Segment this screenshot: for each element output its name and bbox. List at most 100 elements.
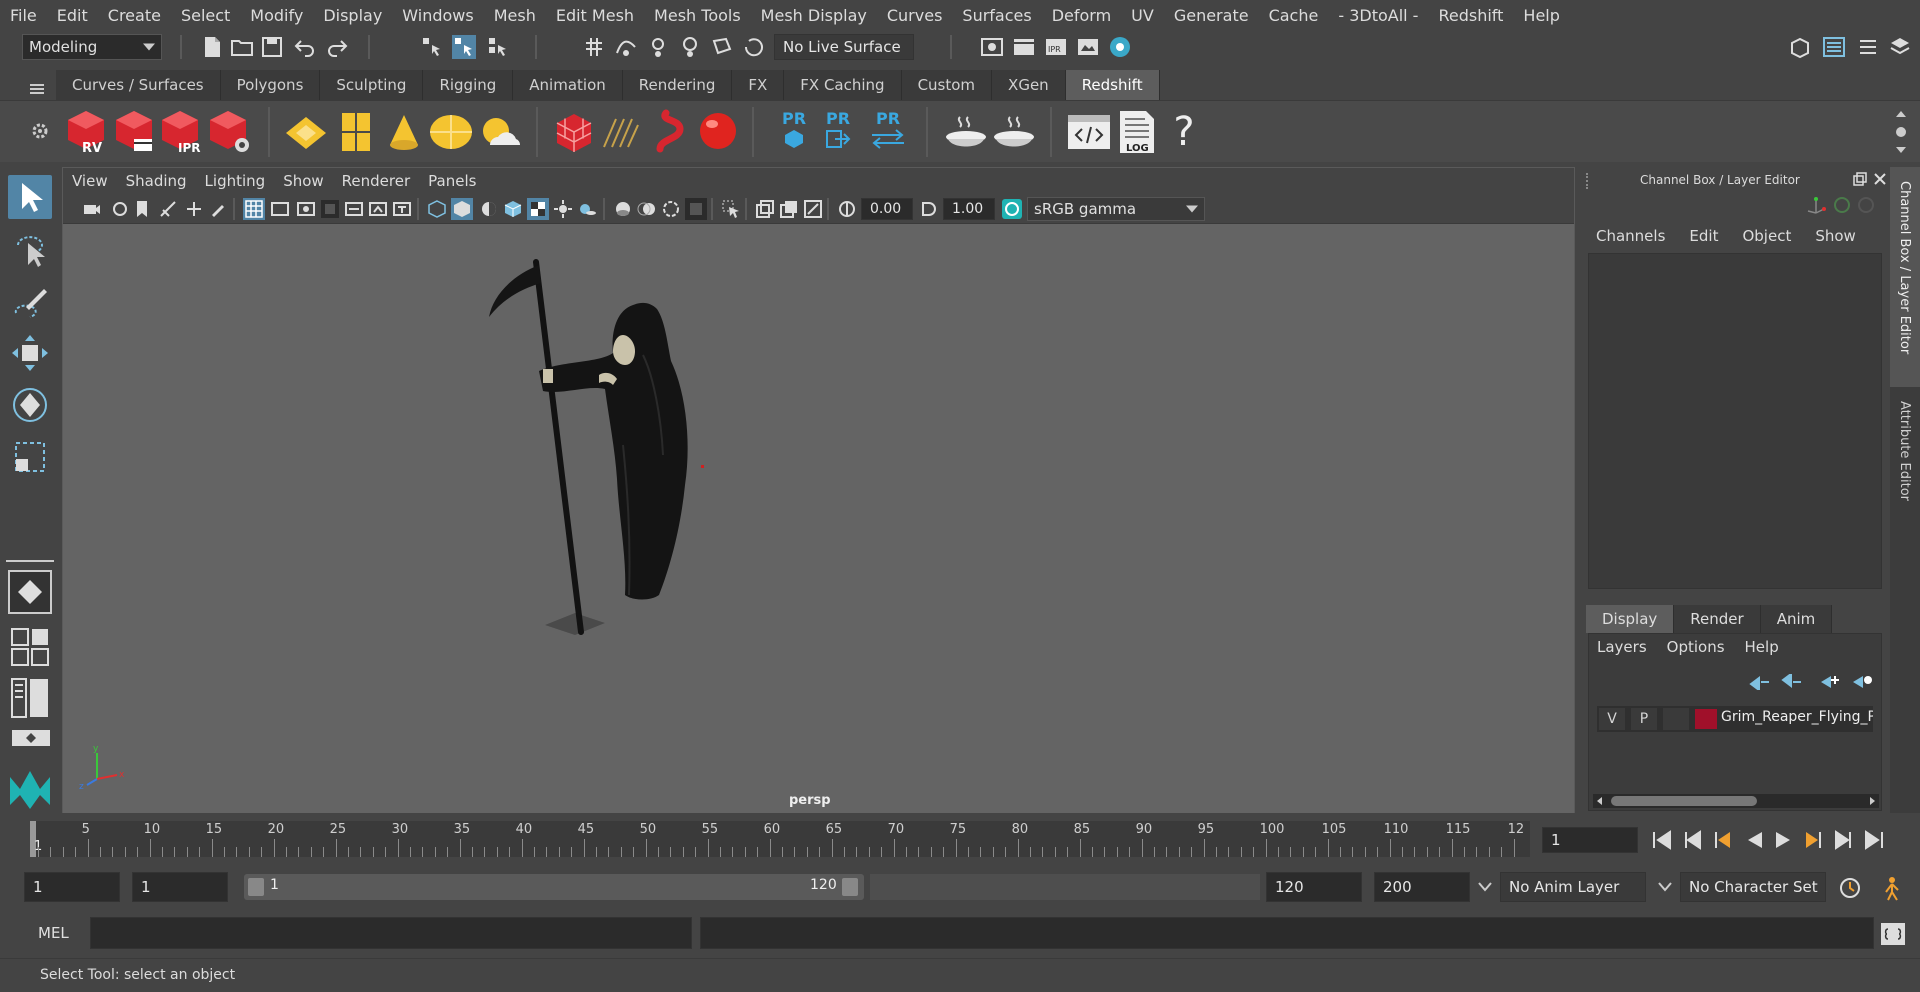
layer-menu-layers[interactable]: Layers — [1597, 638, 1647, 656]
hyperbolic-icon[interactable] — [1856, 195, 1876, 215]
mel-label[interactable]: MEL — [38, 924, 69, 942]
new-layer-selected-icon[interactable] — [1851, 674, 1873, 690]
menu-help[interactable]: Help — [1513, 6, 1569, 25]
film-gate-icon[interactable] — [271, 200, 289, 218]
grid-icon[interactable] — [243, 198, 265, 220]
play-forward-icon[interactable] — [1772, 828, 1796, 852]
xray-components-icon[interactable] — [803, 199, 823, 219]
redshift-render-settings-icon[interactable] — [206, 107, 254, 157]
close-icon[interactable] — [1872, 171, 1888, 187]
workspace-dropdown[interactable]: Modeling — [22, 34, 162, 60]
speed-icon[interactable] — [1832, 195, 1852, 215]
snap-grid-icon[interactable] — [582, 35, 606, 59]
view-transform-dropdown[interactable]: sRGB gamma — [1027, 197, 1205, 221]
use-all-lights-icon[interactable] — [553, 199, 573, 219]
menu-surfaces[interactable]: Surfaces — [952, 6, 1041, 25]
menu-3dtoall[interactable]: - 3DtoAll - — [1328, 6, 1428, 25]
viewport-menu-view[interactable]: View — [63, 172, 117, 190]
viewport-menu-lighting[interactable]: Lighting — [196, 172, 275, 190]
viewport-menu-renderer[interactable]: Renderer — [333, 172, 419, 190]
select-object-icon[interactable] — [452, 35, 476, 59]
ipr-render-icon[interactable]: IPR — [1044, 35, 1068, 59]
menu-cache[interactable]: Cache — [1259, 6, 1329, 25]
shelf-tab-animation[interactable]: Animation — [513, 70, 623, 100]
snap-point-icon[interactable] — [646, 35, 670, 59]
log-file-icon[interactable]: LOG — [1116, 109, 1158, 155]
move-layer-up-icon[interactable] — [1749, 674, 1771, 690]
hair-shader-icon[interactable] — [598, 113, 644, 153]
float-panel-icon[interactable] — [1852, 171, 1868, 187]
new-scene-icon[interactable] — [200, 35, 224, 59]
step-forward-key-icon[interactable] — [1832, 828, 1856, 852]
safe-title-icon[interactable] — [393, 200, 411, 218]
depth-of-field-icon[interactable] — [685, 198, 707, 220]
chevron-down-icon[interactable] — [1478, 882, 1492, 892]
channel-box-toggle-icon[interactable] — [1888, 35, 1912, 59]
shelf-tab-sculpting[interactable]: Sculpting — [320, 70, 424, 100]
render-view-icon[interactable] — [980, 35, 1004, 59]
open-scene-icon[interactable] — [230, 35, 254, 59]
shelf-tab-xgen[interactable]: XGen — [992, 70, 1066, 100]
spot-light-icon[interactable] — [386, 111, 422, 153]
sun-sky-icon[interactable] — [476, 115, 524, 151]
menu-mesh-tools[interactable]: Mesh Tools — [644, 6, 751, 25]
channel-box-menu-edit[interactable]: Edit — [1689, 227, 1718, 245]
visibility-toggle[interactable]: V — [1599, 708, 1625, 730]
grease-pencil-icon[interactable] — [209, 200, 227, 218]
gear-icon[interactable] — [30, 121, 50, 141]
menu-windows[interactable]: Windows — [392, 6, 483, 25]
shelf-tab-polygons[interactable]: Polygons — [220, 70, 321, 100]
camera-attributes-icon[interactable] — [111, 200, 129, 218]
new-empty-layer-icon[interactable] — [1819, 674, 1841, 690]
viewport-menu-shading[interactable]: Shading — [117, 172, 196, 190]
four-view-layout-icon[interactable] — [10, 627, 52, 669]
select-tool-button[interactable] — [8, 175, 52, 219]
go-to-end-icon[interactable] — [1862, 828, 1886, 852]
wireframe-icon[interactable] — [427, 199, 447, 219]
gate-mask-icon[interactable] — [321, 200, 339, 218]
motion-blur-icon[interactable] — [637, 199, 657, 219]
layer-menu-options[interactable]: Options — [1667, 638, 1725, 656]
dome-light-icon[interactable] — [428, 113, 474, 151]
viewport-menu-show[interactable]: Show — [274, 172, 332, 190]
menu-deform[interactable]: Deform — [1042, 6, 1121, 25]
default-material-icon[interactable] — [479, 199, 499, 219]
make-live-icon[interactable] — [742, 35, 766, 59]
wireframe-on-shaded-icon[interactable] — [503, 199, 523, 219]
menu-edit[interactable]: Edit — [47, 6, 98, 25]
layer-color-swatch[interactable] — [1695, 709, 1717, 729]
single-perspective-layout-button[interactable] — [8, 570, 52, 614]
playback-end-field[interactable]: 120 — [1266, 872, 1362, 902]
snap-surface-icon[interactable] — [710, 35, 734, 59]
anti-aliasing-icon[interactable] — [661, 199, 681, 219]
help-button[interactable]: ? — [1168, 107, 1200, 157]
camera-icon[interactable] — [83, 200, 101, 218]
isolate-select-icon[interactable] — [721, 199, 741, 219]
scale-tool-icon[interactable] — [8, 435, 52, 479]
channel-box-menu-show[interactable]: Show — [1815, 227, 1855, 245]
panel-grip[interactable] — [1586, 173, 1596, 189]
proxy-export-button[interactable]: PR — [820, 109, 856, 155]
tool-settings-toggle-icon[interactable] — [1856, 35, 1880, 59]
playback-start-field[interactable]: 1 — [132, 872, 228, 902]
field-chart-icon[interactable] — [345, 200, 363, 218]
2d-pan-zoom-icon[interactable] — [185, 200, 203, 218]
proxy-export-icon[interactable] — [554, 111, 594, 155]
channel-list[interactable] — [1588, 253, 1882, 589]
current-frame-field[interactable]: 1 — [1542, 827, 1638, 853]
range-track[interactable] — [870, 874, 1260, 900]
bake-icon[interactable] — [944, 113, 988, 151]
bookmark-icon[interactable] — [135, 200, 149, 218]
layer-tab-render[interactable]: Render — [1674, 605, 1761, 633]
menu-mesh[interactable]: Mesh — [484, 6, 546, 25]
range-end-handle[interactable] — [842, 878, 858, 896]
script-editor-button-icon[interactable] — [1880, 922, 1906, 946]
undo-icon[interactable] — [293, 35, 317, 59]
move-layer-down-icon[interactable] — [1781, 674, 1803, 690]
menu-select[interactable]: Select — [171, 6, 240, 25]
menu-file[interactable]: File — [0, 6, 47, 25]
chevron-down-icon[interactable] — [1658, 882, 1672, 892]
exposure-icon[interactable] — [837, 199, 857, 219]
resolution-gate-icon[interactable] — [297, 200, 315, 218]
3d-scene[interactable]: y x z persp — [63, 225, 1574, 813]
